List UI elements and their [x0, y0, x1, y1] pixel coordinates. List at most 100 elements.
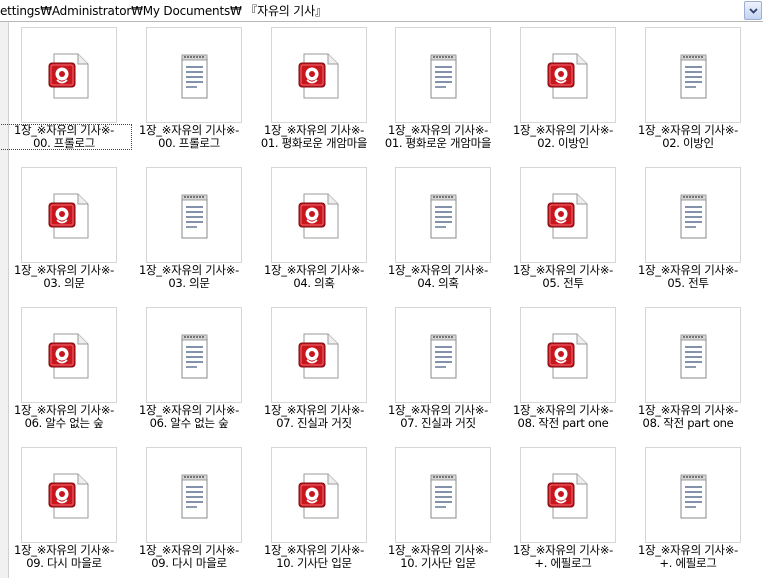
file-name-label[interactable]: 1장_※자유의 기사※- 04. 의혹 — [370, 264, 506, 290]
file-name-line2: 01. 평화로운 개암마을 — [260, 136, 368, 150]
file-tile[interactable]: 1장_※자유의 기사※- 09. 다시 마을로 — [125, 442, 250, 580]
file-thumbnail[interactable] — [21, 167, 117, 263]
file-name-line2: 00. 프롤로그 — [158, 136, 220, 150]
file-thumbnail[interactable] — [645, 167, 741, 263]
file-name-label[interactable]: 1장_※자유의 기사※- 06. 알수 없는 숲 — [121, 404, 257, 430]
text-document-icon — [430, 54, 457, 99]
file-thumbnail[interactable] — [520, 167, 616, 263]
address-bar[interactable]: ettings₩Administrator₩My Documents₩ 『자유의… — [0, 0, 763, 22]
file-tile[interactable]: 1장_※자유의 기사※- 10. 기사단 입문 — [374, 442, 499, 580]
text-document-icon — [430, 334, 457, 379]
file-name-label[interactable]: 1장_※자유의 기사※- 07. 진실과 거짓 — [246, 404, 382, 430]
file-tile[interactable]: 1장_※자유의 기사※- 00. 프롤로그 — [125, 22, 250, 160]
file-thumbnail[interactable] — [520, 447, 616, 543]
file-name-label[interactable]: 1장_※자유의 기사※- 01. 평화로운 개암마을 — [246, 124, 382, 150]
address-dropdown-button[interactable] — [744, 1, 762, 20]
file-name-label[interactable]: 1장_※자유의 기사※- 09. 다시 마을로 — [121, 544, 257, 570]
file-thumbnail[interactable] — [21, 27, 117, 123]
file-name-line2: 03. 의문 — [168, 276, 210, 290]
file-name-label[interactable]: 1장_※자유의 기사※- 03. 의문 — [0, 264, 132, 290]
file-tile[interactable]: 1장_※자유의 기사※- 10. 기사단 입문 — [250, 442, 375, 580]
file-thumbnail[interactable] — [21, 447, 117, 543]
file-thumbnail[interactable] — [146, 447, 242, 543]
file-tile[interactable]: 1장_※자유의 기사※- 01. 평화로운 개암마을 — [374, 22, 499, 160]
file-name-label[interactable]: 1장_※자유의 기사※- 00. 프롤로그 — [0, 124, 132, 150]
file-tile[interactable]: 1장_※자유의 기사※- 04. 의혹 — [374, 162, 499, 300]
file-name-label[interactable]: 1장_※자유의 기사※- 04. 의혹 — [246, 264, 382, 290]
file-thumbnail[interactable] — [395, 167, 491, 263]
file-thumbnail[interactable] — [146, 167, 242, 263]
file-name-label[interactable]: 1장_※자유의 기사※- 08. 작전 part one — [495, 404, 631, 430]
file-tile[interactable]: 1장_※자유의 기사※- 03. 의문 — [0, 162, 125, 300]
file-name-line2: 09. 다시 마을로 — [26, 556, 102, 570]
file-name-line2: 01. 평화로운 개암마을 — [384, 136, 492, 150]
file-name-line2: 07. 진실과 거짓 — [276, 416, 352, 430]
file-name-label[interactable]: 1장_※자유의 기사※- +. 에필로그 — [620, 544, 756, 570]
file-name-label[interactable]: 1장_※자유의 기사※- 00. 프롤로그 — [121, 124, 257, 150]
file-tile[interactable]: 1장_※자유의 기사※- 06. 알수 없는 숲 — [125, 302, 250, 440]
file-name-label[interactable]: 1장_※자유의 기사※- 06. 알수 없는 숲 — [0, 404, 132, 430]
file-name-label[interactable]: 1장_※자유의 기사※- 05. 전투 — [495, 264, 631, 290]
file-name-label[interactable]: 1장_※자유의 기사※- 05. 전투 — [620, 264, 756, 290]
file-tile[interactable]: 1장_※자유의 기사※- 02. 이방인 — [499, 22, 624, 160]
file-name-label[interactable]: 1장_※자유의 기사※- 01. 평화로운 개암마을 — [370, 124, 506, 150]
file-thumbnail[interactable] — [271, 307, 367, 403]
file-name-label[interactable]: 1장_※자유의 기사※- 08. 작전 part one — [620, 404, 756, 430]
file-name-label[interactable]: 1장_※자유의 기사※- 09. 다시 마을로 — [0, 544, 132, 570]
file-tile[interactable]: 1장_※자유의 기사※- 06. 알수 없는 숲 — [0, 302, 125, 440]
address-path[interactable]: ettings₩Administrator₩My Documents₩ 『자유의… — [0, 2, 743, 20]
file-name-label[interactable]: 1장_※자유의 기사※- +. 에필로그 — [495, 544, 631, 570]
file-name-label[interactable]: 1장_※자유의 기사※- 02. 이방인 — [620, 124, 756, 150]
file-thumbnail[interactable] — [146, 27, 242, 123]
file-name-line2: +. 에필로그 — [659, 556, 717, 570]
file-thumbnail[interactable] — [395, 27, 491, 123]
file-name-line2: 02. 이방인 — [537, 136, 589, 150]
file-name-line2: 06. 알수 없는 숲 — [24, 416, 104, 430]
file-tile[interactable]: 1장_※자유의 기사※- 07. 진실과 거짓 — [250, 302, 375, 440]
file-thumbnail[interactable] — [520, 307, 616, 403]
file-name-line2: 03. 의문 — [43, 276, 85, 290]
file-thumbnail[interactable] — [21, 307, 117, 403]
file-thumbnail[interactable] — [645, 447, 741, 543]
file-tile[interactable]: 1장_※자유의 기사※- 09. 다시 마을로 — [0, 442, 125, 580]
file-thumbnail[interactable] — [146, 307, 242, 403]
file-name-line2: 02. 이방인 — [662, 136, 714, 150]
file-thumbnail[interactable] — [271, 167, 367, 263]
file-thumbnail[interactable] — [395, 307, 491, 403]
file-tile[interactable]: 1장_※자유의 기사※- +. 에필로그 — [624, 442, 749, 580]
file-name-label[interactable]: 1장_※자유의 기사※- 03. 의문 — [121, 264, 257, 290]
file-tile[interactable]: 1장_※자유의 기사※- 05. 전투 — [499, 162, 624, 300]
file-thumbnail[interactable] — [645, 27, 741, 123]
file-tile[interactable]: 1장_※자유의 기사※- +. 에필로그 — [499, 442, 624, 580]
file-name-label[interactable]: 1장_※자유의 기사※- 02. 이방인 — [495, 124, 631, 150]
file-tile[interactable]: 1장_※자유의 기사※- 00. 프롤로그 — [0, 22, 132, 160]
file-tile[interactable]: 1장_※자유의 기사※- 08. 작전 part one — [624, 302, 749, 440]
file-name-line2: 08. 작전 part one — [517, 416, 609, 430]
file-name-line2: 04. 의혹 — [293, 276, 335, 290]
file-tile[interactable]: 1장_※자유의 기사※- 03. 의문 — [125, 162, 250, 300]
file-name-label[interactable]: 1장_※자유의 기사※- 10. 기사단 입문 — [246, 544, 382, 570]
file-tile[interactable]: 1장_※자유의 기사※- 07. 진실과 거짓 — [374, 302, 499, 440]
file-name-line2: 07. 진실과 거짓 — [400, 416, 476, 430]
file-name-line2: 00. 프롤로그 — [33, 136, 95, 150]
file-name-line2: 06. 알수 없는 숲 — [149, 416, 229, 430]
media-file-icon — [547, 53, 588, 99]
file-name-label[interactable]: 1장_※자유의 기사※- 07. 진실과 거짓 — [370, 404, 506, 430]
file-thumbnail[interactable] — [520, 27, 616, 123]
file-tile[interactable]: 1장_※자유의 기사※- 01. 평화로운 개암마을 — [250, 22, 375, 160]
file-thumbnail[interactable] — [395, 447, 491, 543]
file-name-line2: 05. 전투 — [667, 276, 709, 290]
file-name-label[interactable]: 1장_※자유의 기사※- 10. 기사단 입문 — [370, 544, 506, 570]
file-thumbnail[interactable] — [645, 307, 741, 403]
file-tile[interactable]: 1장_※자유의 기사※- 05. 전투 — [624, 162, 749, 300]
file-tile[interactable]: 1장_※자유의 기사※- 08. 작전 part one — [499, 302, 624, 440]
media-file-icon — [298, 53, 339, 99]
file-thumbnail[interactable] — [271, 447, 367, 543]
file-tile[interactable]: 1장_※자유의 기사※- 04. 의혹 — [250, 162, 375, 300]
file-thumbnail[interactable] — [271, 27, 367, 123]
media-file-icon — [48, 473, 89, 519]
media-file-icon — [547, 473, 588, 519]
text-document-icon — [181, 54, 208, 99]
text-document-icon — [430, 474, 457, 519]
file-tile[interactable]: 1장_※자유의 기사※- 02. 이방인 — [624, 22, 749, 160]
